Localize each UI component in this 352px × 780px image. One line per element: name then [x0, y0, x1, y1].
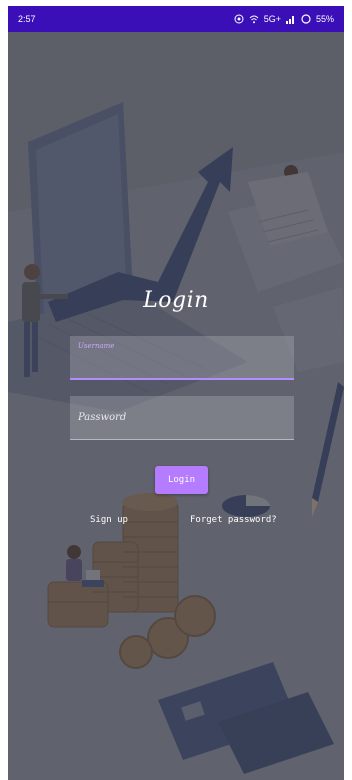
status-bar: 2:57 5G+ 55%	[8, 6, 344, 32]
signal-icon	[285, 15, 294, 24]
forget-password-link[interactable]: Forget password?	[190, 515, 277, 525]
network-type: 5G+	[263, 14, 281, 24]
signup-link[interactable]: Sign up	[90, 515, 128, 525]
login-title: Login	[143, 288, 209, 313]
app-screen: 2:57 5G+ 55% Login Username Login Sign u…	[8, 6, 344, 780]
password-field-container	[70, 396, 294, 440]
status-time: 2:57	[18, 14, 36, 24]
status-icons: 5G+ 55%	[234, 14, 334, 24]
username-input[interactable]	[70, 336, 294, 378]
login-button[interactable]: Login	[155, 466, 208, 494]
password-input[interactable]	[70, 396, 294, 439]
wifi-icon	[249, 15, 259, 23]
hotspot-icon	[234, 14, 244, 24]
battery-level: 55%	[315, 14, 334, 24]
battery-icon	[301, 14, 311, 24]
username-field-container: Username	[70, 336, 294, 380]
